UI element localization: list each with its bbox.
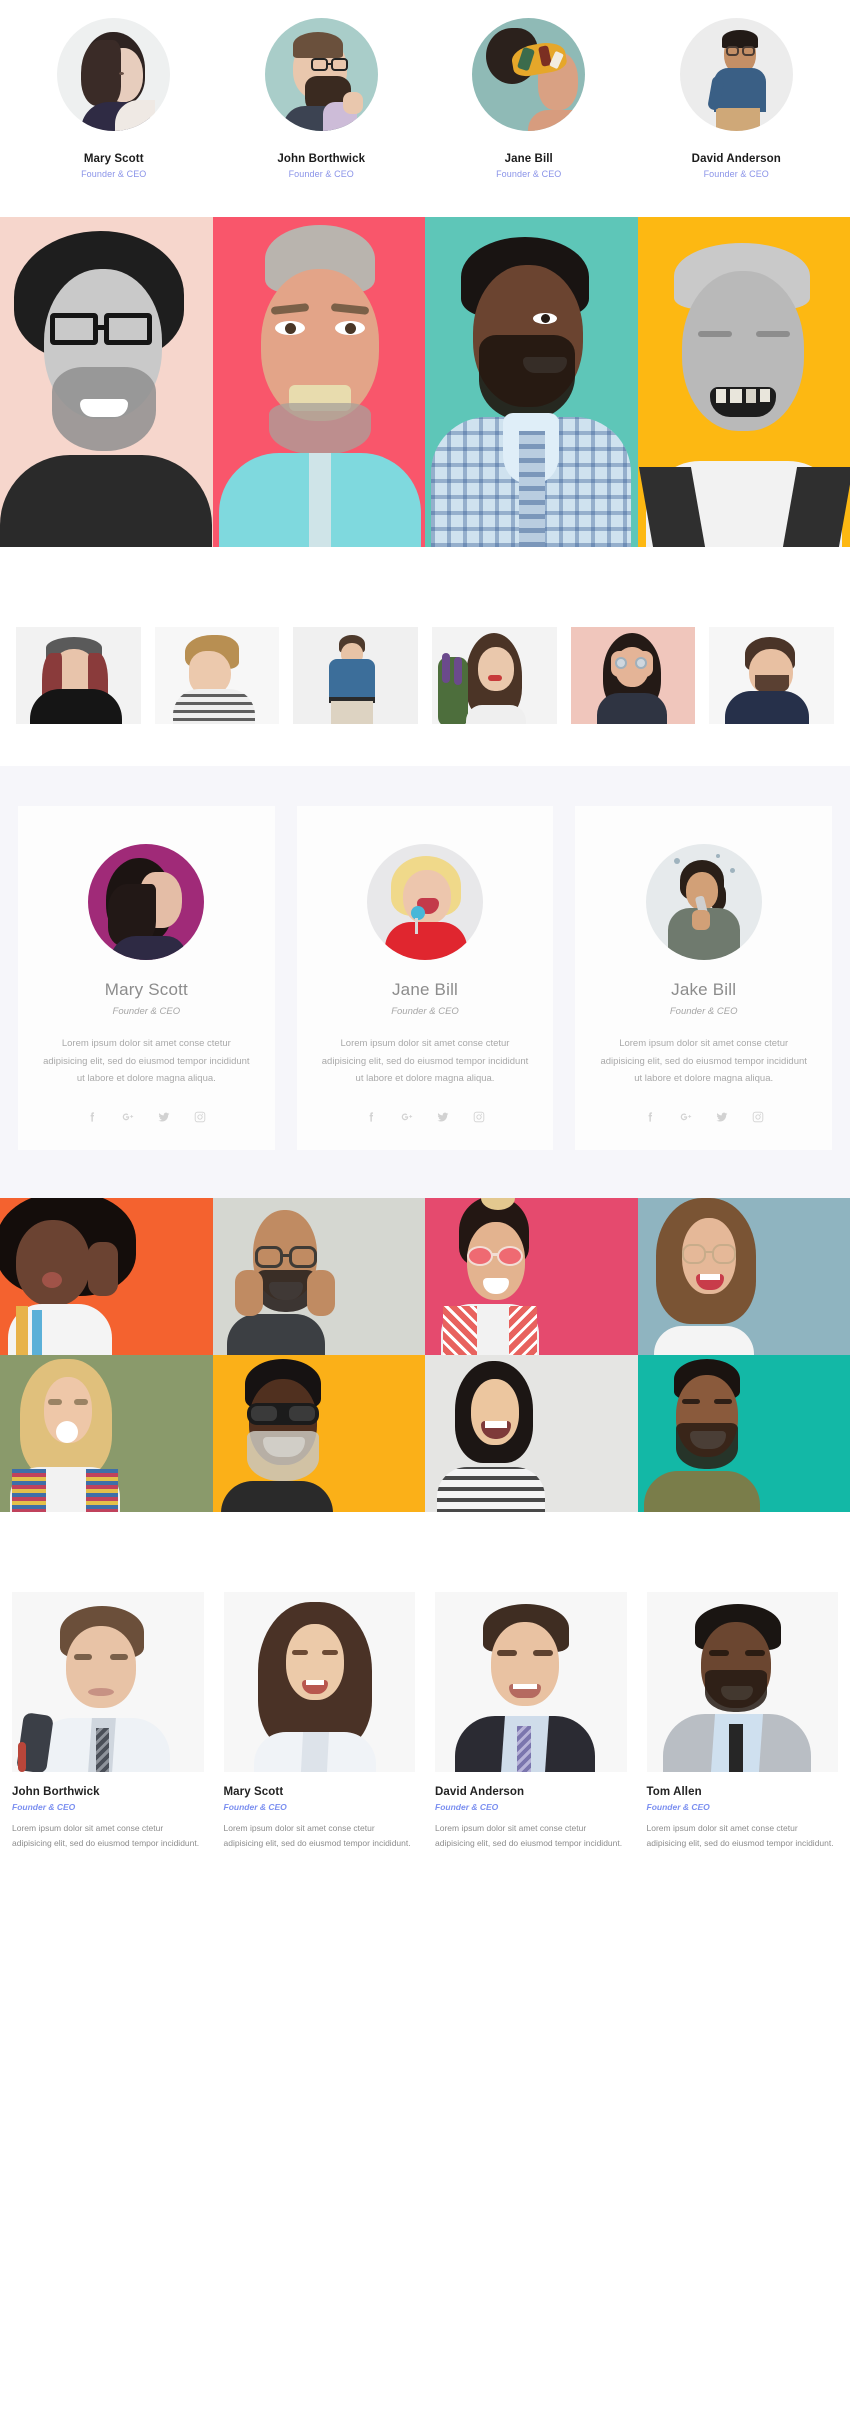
- social-links: [38, 1110, 255, 1124]
- avatar-member[interactable]: Mary Scott Founder & CEO: [14, 18, 214, 179]
- mosaic-tile[interactable]: [425, 1354, 638, 1512]
- card-description: Lorem ipsum dolor sit amet conse ctetur …: [600, 1038, 807, 1085]
- twitter-icon[interactable]: [715, 1110, 729, 1124]
- business-cards-section: John Borthwick Founder & CEO Lorem ipsum…: [0, 1583, 850, 1887]
- avatar-name: Mary Scott: [83, 153, 144, 165]
- card-avatar[interactable]: [88, 844, 205, 960]
- card-name: Mary Scott: [104, 980, 188, 999]
- portrait-panel[interactable]: [637, 217, 850, 547]
- business-card-description: Lorem ipsum dolor sit amet conse ctetur …: [223, 1822, 411, 1849]
- colour-portrait-panels-section: [0, 217, 850, 547]
- team-card[interactable]: Jane Bill Founder & CEO Lorem ipsum dolo…: [296, 806, 554, 1150]
- portrait-panel[interactable]: [212, 217, 425, 547]
- business-card[interactable]: John Borthwick Founder & CEO Lorem ipsum…: [12, 1591, 204, 1852]
- business-card-role: Founder & CEO: [646, 1801, 710, 1812]
- card-name: Jake Bill: [671, 980, 737, 999]
- instagram-icon[interactable]: [472, 1110, 486, 1124]
- avatar-name: John Borthwick: [277, 153, 366, 165]
- avatar-name: David Anderson: [691, 153, 781, 165]
- business-card-photo[interactable]: [223, 1591, 415, 1772]
- instagram-icon[interactable]: [751, 1110, 765, 1124]
- thumbnail[interactable]: [154, 627, 280, 724]
- twitter-icon[interactable]: [436, 1110, 450, 1124]
- instagram-icon[interactable]: [193, 1110, 207, 1124]
- portrait-panel[interactable]: [0, 217, 213, 547]
- avatar-member[interactable]: John Borthwick Founder & CEO: [222, 18, 422, 179]
- avatar-member[interactable]: David Anderson Founder & CEO: [637, 18, 837, 179]
- portrait-panel[interactable]: [425, 217, 638, 547]
- spacer: [0, 547, 850, 605]
- team-card[interactable]: Mary Scott Founder & CEO Lorem ipsum dol…: [18, 806, 275, 1150]
- business-card[interactable]: David Anderson Founder & CEO Lorem ipsum…: [435, 1591, 627, 1852]
- card-role: Founder & CEO: [669, 1006, 738, 1017]
- business-card[interactable]: Tom Allen Founder & CEO Lorem ipsum dolo…: [646, 1591, 838, 1852]
- thumbnail[interactable]: [432, 627, 557, 724]
- business-card-photo[interactable]: [435, 1591, 627, 1772]
- google-plus-icon[interactable]: [400, 1110, 414, 1124]
- mosaic-tile[interactable]: [212, 1354, 425, 1512]
- twitter-icon[interactable]: [157, 1110, 171, 1124]
- social-links: [317, 1110, 534, 1124]
- card-avatar[interactable]: [367, 844, 483, 960]
- business-card-role: Founder & CEO: [223, 1801, 287, 1812]
- business-card-name: Mary Scott: [223, 1785, 284, 1798]
- avatar[interactable]: [264, 18, 378, 131]
- avatar-role: Founder & CEO: [703, 169, 769, 179]
- mosaic-tile[interactable]: [637, 1354, 850, 1512]
- thumbnail[interactable]: [570, 627, 696, 724]
- avatar[interactable]: [679, 18, 793, 131]
- mosaic-tile[interactable]: [212, 1197, 425, 1355]
- business-card-photo[interactable]: [12, 1591, 204, 1772]
- card-avatar[interactable]: [645, 844, 762, 960]
- avatar-member[interactable]: Jane Bill Founder & CEO: [429, 18, 629, 179]
- thumbnail-strip-section: [0, 605, 850, 766]
- business-card[interactable]: Mary Scott Founder & CEO Lorem ipsum dol…: [223, 1591, 415, 1852]
- card-role: Founder & CEO: [391, 1006, 459, 1017]
- team-avatars-section: Mary Scott Founder & CEO John Borthwick …: [0, 0, 850, 217]
- avatar-role: Founder & CEO: [496, 169, 562, 179]
- photo-mosaic-section: [0, 1197, 850, 1512]
- avatar-role: Founder & CEO: [288, 169, 354, 179]
- mosaic-tile[interactable]: [0, 1197, 213, 1355]
- mosaic-tile[interactable]: [637, 1197, 850, 1355]
- mosaic-tile[interactable]: [0, 1354, 213, 1512]
- team-card[interactable]: Jake Bill Founder & CEO Lorem ipsum dolo…: [575, 806, 833, 1150]
- thumbnail[interactable]: [709, 627, 835, 724]
- avatar-name: Jane Bill: [504, 153, 553, 165]
- thumbnail[interactable]: [16, 627, 141, 724]
- business-card-role: Founder & CEO: [12, 1801, 76, 1812]
- business-card-name: John Borthwick: [12, 1785, 100, 1798]
- google-plus-icon[interactable]: [121, 1110, 135, 1124]
- card-description: Lorem ipsum dolor sit amet conse ctetur …: [43, 1038, 250, 1085]
- thumbnail[interactable]: [293, 627, 419, 724]
- business-card-name: Tom Allen: [646, 1785, 702, 1798]
- mosaic-tile[interactable]: [425, 1197, 638, 1355]
- card-description: Lorem ipsum dolor sit amet conse ctetur …: [321, 1038, 529, 1085]
- facebook-icon[interactable]: [643, 1110, 657, 1124]
- social-links: [595, 1110, 812, 1124]
- avatar[interactable]: [57, 18, 171, 131]
- avatar[interactable]: [472, 18, 586, 131]
- facebook-icon[interactable]: [364, 1110, 378, 1124]
- business-card-role: Founder & CEO: [435, 1801, 499, 1812]
- business-card-photo[interactable]: [646, 1591, 838, 1772]
- business-card-description: Lorem ipsum dolor sit amet conse ctetur …: [435, 1822, 623, 1849]
- business-card-description: Lorem ipsum dolor sit amet conse ctetur …: [12, 1822, 200, 1849]
- spacer: [0, 1511, 850, 1584]
- card-name: Jane Bill: [391, 980, 459, 999]
- card-role: Founder & CEO: [112, 1006, 181, 1017]
- avatar-role: Founder & CEO: [81, 169, 147, 179]
- business-card-name: David Anderson: [435, 1785, 525, 1798]
- team-cards-section: Mary Scott Founder & CEO Lorem ipsum dol…: [0, 766, 850, 1198]
- facebook-icon[interactable]: [85, 1110, 99, 1124]
- google-plus-icon[interactable]: [679, 1110, 693, 1124]
- business-card-description: Lorem ipsum dolor sit amet conse ctetur …: [646, 1822, 834, 1849]
